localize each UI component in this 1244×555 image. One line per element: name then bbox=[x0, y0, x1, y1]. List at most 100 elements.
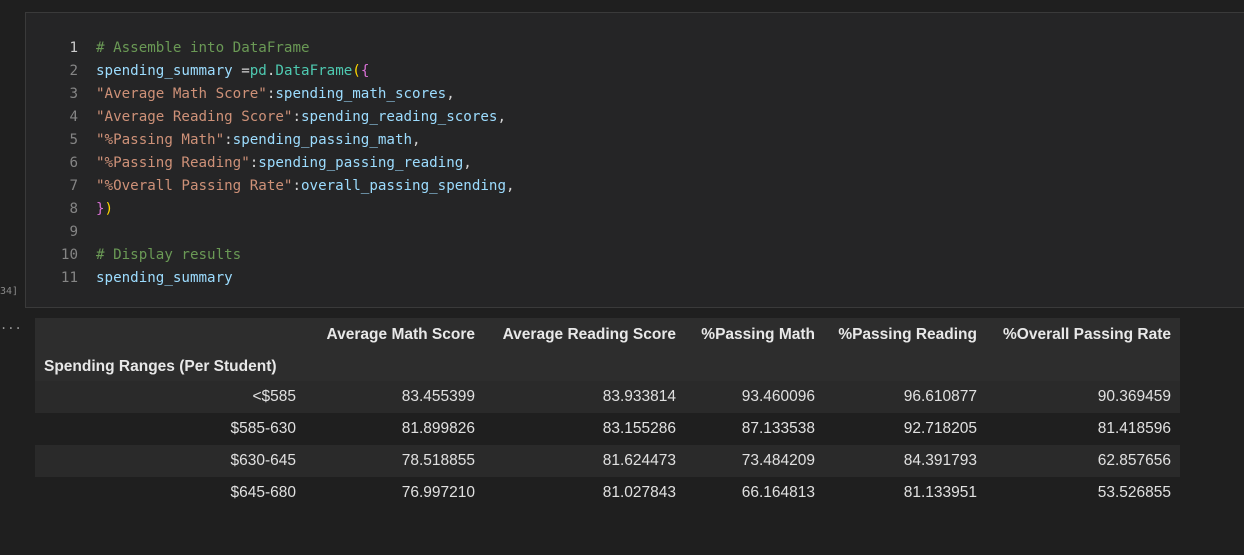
line-number: 1 bbox=[69, 40, 78, 56]
code-token: , bbox=[446, 86, 455, 102]
code-line[interactable]: 10 # Display results bbox=[26, 244, 515, 267]
code-token: spending_summary bbox=[96, 63, 233, 79]
output-collapse-marker[interactable]: ... bbox=[0, 318, 22, 332]
table-row: $585-630 81.899826 83.155286 87.133538 92.71… bbox=[35, 413, 1180, 445]
code-text[interactable]: }) bbox=[96, 198, 113, 221]
table-cell: 83.933814 bbox=[602, 388, 676, 405]
code-token: spending_math_scores bbox=[275, 86, 447, 102]
table-cell: 81.027843 bbox=[602, 484, 676, 501]
index-name: Spending Ranges (Per Student) bbox=[35, 352, 305, 381]
code-text[interactable]: spending_summary bbox=[96, 267, 233, 290]
line-number: 5 bbox=[69, 132, 78, 148]
code-line[interactable]: 4 "Average Reading Score":spending_readin… bbox=[26, 106, 515, 129]
table-cell: 66.164813 bbox=[741, 484, 815, 501]
code-line[interactable]: 2 spending_summary =pd.DataFrame({ bbox=[26, 60, 515, 83]
table-cell: 81.624473 bbox=[602, 452, 676, 469]
code-text[interactable]: "%Passing Reading":spending_passing_read… bbox=[96, 152, 472, 175]
table-cell: 92.718205 bbox=[903, 420, 977, 437]
code-token: ( bbox=[352, 63, 361, 79]
code-cell-editor[interactable]: 1 # Assemble into DataFrame 2 spending_summ… bbox=[25, 12, 1244, 308]
table-cell: 96.610877 bbox=[903, 388, 977, 405]
code-token: ) bbox=[104, 201, 114, 217]
line-number: 9 bbox=[69, 224, 78, 240]
code-token: # Display results bbox=[96, 247, 242, 263]
code-lines[interactable]: 1 # Assemble into DataFrame 2 spending_summ… bbox=[26, 37, 515, 290]
table-cell: 62.857656 bbox=[1097, 452, 1171, 469]
code-token: DataFrame bbox=[275, 63, 353, 79]
row-index-label: $630-645 bbox=[230, 452, 296, 469]
table-cell: 81.133951 bbox=[903, 484, 977, 501]
line-number: 6 bbox=[69, 155, 78, 171]
line-number: 2 bbox=[69, 63, 78, 79]
table-row: $645-680 76.997210 81.027843 66.164813 81.13… bbox=[35, 477, 1180, 509]
table-cell: 93.460096 bbox=[741, 388, 815, 405]
column-header: Average Reading Score bbox=[484, 318, 685, 352]
code-token: spending_summary bbox=[96, 270, 233, 286]
code-token: = bbox=[232, 63, 250, 79]
code-token: # Assemble into DataFrame bbox=[96, 40, 310, 56]
code-token: { bbox=[360, 63, 370, 79]
index-name-row: Spending Ranges (Per Student) bbox=[35, 352, 1180, 381]
code-token: : bbox=[249, 155, 259, 171]
code-line[interactable]: 7 "%Overall Passing Rate":overall_passing… bbox=[26, 175, 515, 198]
code-text[interactable]: spending_summary =pd.DataFrame({ bbox=[96, 60, 369, 83]
code-text[interactable]: "Average Reading Score":spending_reading… bbox=[96, 106, 506, 129]
table-row: $630-645 78.518855 81.624473 73.484209 84.39… bbox=[35, 445, 1180, 477]
execution-count: 34] bbox=[0, 286, 19, 297]
line-number: 7 bbox=[69, 178, 78, 194]
row-index-label: $645-680 bbox=[230, 484, 296, 501]
column-header-row: Average Math Score Average Reading Score%… bbox=[35, 318, 1180, 352]
row-index-label: <$585 bbox=[252, 388, 296, 405]
column-header: %Overall Passing Rate bbox=[986, 318, 1180, 352]
table-cell: 90.369459 bbox=[1097, 388, 1171, 405]
code-token: "%Passing Reading" bbox=[96, 155, 250, 171]
code-token: "Average Reading Score" bbox=[96, 109, 293, 125]
code-token: spending_passing_math bbox=[232, 132, 413, 148]
table-cell: 83.455399 bbox=[401, 388, 475, 405]
code-line[interactable]: 3 "Average Math Score":spending_math_scor… bbox=[26, 83, 515, 106]
code-line[interactable]: 8}) bbox=[26, 198, 515, 221]
line-number: 3 bbox=[69, 86, 78, 102]
code-text[interactable]: "Average Math Score":spending_math_score… bbox=[96, 83, 455, 106]
code-line[interactable]: 11 spending_summary bbox=[26, 267, 515, 290]
code-token: : bbox=[292, 178, 302, 194]
code-token: spending_reading_scores bbox=[301, 109, 498, 125]
code-text[interactable]: # Display results bbox=[96, 244, 241, 267]
dataframe-table: Average Math Score Average Reading Score%… bbox=[35, 318, 1180, 509]
code-text[interactable]: "%Overall Passing Rate":overall_passing_… bbox=[96, 175, 515, 198]
code-token: "%Passing Math" bbox=[96, 132, 225, 148]
code-token: "Average Math Score" bbox=[96, 86, 267, 102]
column-header: %Passing Reading bbox=[824, 318, 986, 352]
code-token: overall_passing_spending bbox=[301, 178, 507, 194]
code-line[interactable]: 5 "%Passing Math":spending_passing_math, bbox=[26, 129, 515, 152]
code-text[interactable]: "%Passing Math":spending_passing_math, bbox=[96, 129, 421, 152]
code-line[interactable]: 9 bbox=[26, 221, 515, 244]
code-token: pd bbox=[249, 63, 267, 79]
line-number: 4 bbox=[69, 109, 78, 125]
code-token: : bbox=[224, 132, 233, 148]
code-token: , bbox=[497, 109, 507, 125]
code-token: } bbox=[96, 201, 105, 217]
code-token: "%Overall Passing Rate" bbox=[96, 178, 293, 194]
table-cell: 81.418596 bbox=[1097, 420, 1171, 437]
table-cell: 83.155286 bbox=[602, 420, 676, 437]
code-token: , bbox=[463, 155, 472, 171]
code-token: spending_passing_reading bbox=[258, 155, 464, 171]
column-header: Average Math Score bbox=[305, 318, 484, 352]
line-number: 8 bbox=[69, 201, 78, 217]
line-number: 11 bbox=[60, 270, 78, 286]
row-index-label: $585-630 bbox=[230, 420, 296, 437]
code-token: , bbox=[506, 178, 515, 194]
table-row: <$585 83.455399 83.933814 93.460096 96.61087… bbox=[35, 381, 1180, 413]
code-token: : bbox=[292, 109, 302, 125]
table-cell: 87.133538 bbox=[741, 420, 815, 437]
column-header: %Passing Math bbox=[685, 318, 824, 352]
table-cell: 73.484209 bbox=[741, 452, 815, 469]
code-text[interactable]: # Assemble into DataFrame bbox=[96, 37, 310, 60]
cell-output: Average Math Score Average Reading Score%… bbox=[35, 318, 1180, 509]
code-line[interactable]: 6 "%Passing Reading":spending_passing_rea… bbox=[26, 152, 515, 175]
line-number: 10 bbox=[60, 247, 78, 263]
table-cell: 53.526855 bbox=[1097, 484, 1171, 501]
code-line[interactable]: 1 # Assemble into DataFrame bbox=[26, 37, 515, 60]
code-token: , bbox=[412, 132, 421, 148]
